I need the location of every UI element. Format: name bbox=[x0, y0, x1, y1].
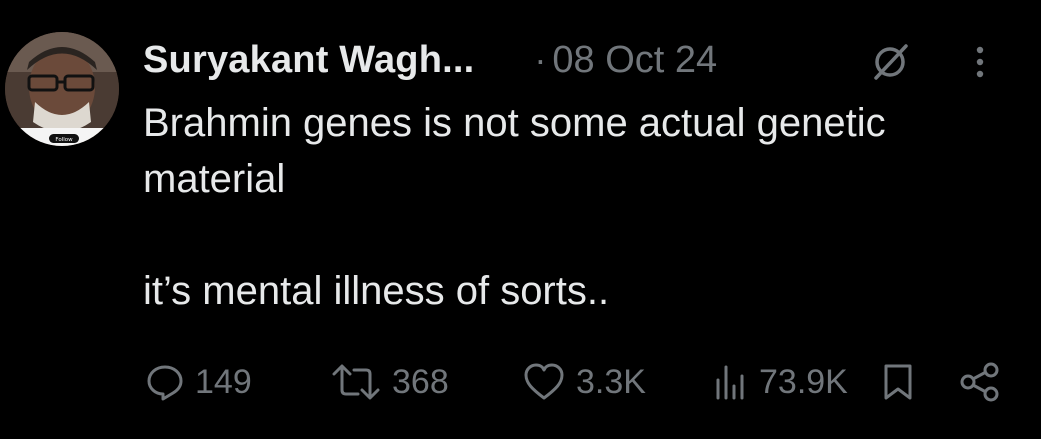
share-icon bbox=[960, 362, 999, 402]
tweet-header: Suryakant Wagh... · 08 Oct 24 bbox=[143, 34, 717, 86]
reply-button[interactable]: 149 bbox=[145, 352, 252, 412]
grok-icon[interactable] bbox=[868, 40, 912, 84]
separator-dot: · bbox=[534, 39, 547, 80]
action-bar: 149 368 3.3K 73.9K bbox=[0, 352, 1041, 412]
retweet-icon bbox=[332, 364, 380, 400]
tweet: Follow Suryakant Wagh... · 08 Oct 24 Bra… bbox=[0, 0, 1041, 439]
views-icon bbox=[716, 365, 744, 400]
avatar-photo: Follow bbox=[5, 32, 119, 146]
bookmark-button[interactable] bbox=[880, 352, 916, 412]
share-button[interactable] bbox=[958, 352, 1002, 412]
avatar-follow-label: Follow bbox=[55, 137, 73, 143]
views-button[interactable]: 73.9K bbox=[713, 352, 848, 412]
reply-icon bbox=[147, 365, 183, 401]
like-button[interactable]: 3.3K bbox=[522, 352, 646, 412]
reply-count: 149 bbox=[195, 362, 252, 401]
heart-icon bbox=[524, 363, 564, 400]
tweet-text: Brahmin genes is not some actual genetic… bbox=[143, 101, 886, 313]
author-name[interactable]: Suryakant Wagh... bbox=[143, 39, 474, 82]
retweet-button[interactable]: 368 bbox=[330, 352, 449, 412]
like-count: 3.3K bbox=[576, 362, 646, 401]
more-options-icon[interactable] bbox=[968, 40, 992, 84]
avatar[interactable]: Follow bbox=[5, 32, 119, 146]
bookmark-icon bbox=[884, 364, 912, 400]
tweet-date[interactable]: 08 Oct 24 bbox=[552, 39, 717, 82]
views-count: 73.9K bbox=[759, 362, 848, 401]
retweet-count: 368 bbox=[392, 362, 449, 401]
